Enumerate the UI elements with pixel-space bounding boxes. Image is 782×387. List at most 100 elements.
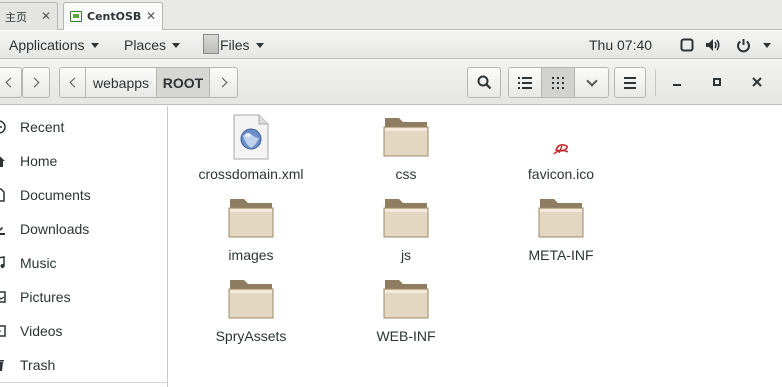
file-name: images xyxy=(228,247,274,263)
applications-menu-label: Applications xyxy=(9,37,85,53)
folder-icon xyxy=(383,280,429,319)
close-icon xyxy=(752,77,762,87)
chevron-right-icon xyxy=(29,77,40,88)
file-item-images[interactable]: images xyxy=(181,195,321,271)
window-switch-icon[interactable] xyxy=(679,36,695,54)
chevron-right-icon xyxy=(217,77,227,88)
sidebar-item-downloads[interactable]: Downloads xyxy=(0,214,168,244)
document-icon xyxy=(0,188,5,202)
sidebar-item-label: Recent xyxy=(20,119,65,135)
clock[interactable]: Thu 07:40 xyxy=(589,37,652,53)
clock-icon xyxy=(0,120,6,134)
vm-tab-centosb[interactable]: CentOSB ✕ xyxy=(63,2,163,30)
file-name: css xyxy=(395,166,417,182)
sidebar-item-recent[interactable]: Recent xyxy=(0,112,168,142)
caret-down-icon xyxy=(172,42,181,48)
hamburger-icon xyxy=(624,76,636,89)
caret-down-icon xyxy=(255,42,264,48)
video-icon xyxy=(0,325,6,337)
file-item-css[interactable]: css xyxy=(336,114,476,190)
download-icon xyxy=(0,226,5,235)
picture-icon xyxy=(0,291,6,303)
file-item-meta-inf[interactable]: META-INF xyxy=(491,195,631,271)
sidebar-item-label: Pictures xyxy=(20,289,71,305)
file-item-js[interactable]: js xyxy=(336,195,476,271)
search-icon xyxy=(477,75,491,90)
list-view-button[interactable] xyxy=(509,68,542,97)
file-item-favicon-ico[interactable]: favicon.ico xyxy=(491,114,631,190)
chevron-left-icon xyxy=(69,77,79,88)
sidebar-item-documents[interactable]: Documents xyxy=(0,180,168,210)
power-icon[interactable] xyxy=(734,36,752,54)
folder-icon xyxy=(538,199,584,238)
sidebar-divider xyxy=(0,382,168,383)
file-name: favicon.ico xyxy=(527,166,595,182)
vm-tab-home[interactable]: 主页 ✕ xyxy=(0,2,58,30)
vm-tab-home-label: 主页 xyxy=(5,10,27,24)
sidebar-item-videos[interactable]: Videos xyxy=(0,316,168,346)
applications-menu[interactable]: Applications xyxy=(9,37,99,53)
files-menu-label: Files xyxy=(220,37,250,53)
breadcrumb: webapps ROOT xyxy=(59,67,238,98)
vm-tab-centosb-label: CentOSB xyxy=(87,10,142,23)
view-options-button[interactable] xyxy=(575,68,608,97)
caret-down-icon xyxy=(90,42,99,48)
maximize-button[interactable] xyxy=(706,71,728,93)
file-item-crossdomain-xml[interactable]: crossdomain.xml xyxy=(181,114,321,190)
sidebar-item-trash[interactable]: Trash xyxy=(0,350,168,380)
folder-icon xyxy=(383,199,429,238)
image-file-icon xyxy=(553,144,569,155)
breadcrumb-root[interactable]: ROOT xyxy=(157,68,210,97)
search-button[interactable] xyxy=(467,67,501,98)
places-menu-label: Places xyxy=(124,37,167,53)
file-name: js xyxy=(400,247,412,263)
home-icon xyxy=(0,156,5,167)
header-separator xyxy=(655,69,656,96)
file-name: crossdomain.xml xyxy=(198,166,304,182)
xml-file-icon xyxy=(233,114,269,160)
caret-down-icon[interactable] xyxy=(761,36,773,54)
sidebar-item-label: Videos xyxy=(20,323,63,339)
volume-icon[interactable] xyxy=(704,36,722,54)
close-icon[interactable]: ✕ xyxy=(41,9,51,23)
breadcrumb-webapps[interactable]: webapps xyxy=(86,68,157,97)
file-icon-view: crossdomain.xml css favicon.ico images j… xyxy=(169,106,782,387)
folder-icon xyxy=(228,280,274,319)
close-icon[interactable]: ✕ xyxy=(146,9,156,23)
sidebar-item-label: Home xyxy=(20,153,58,169)
file-name: WEB-INF xyxy=(376,328,436,344)
back-button[interactable] xyxy=(0,67,22,98)
file-name: META-INF xyxy=(528,247,594,263)
sidebar-item-pictures[interactable]: Pictures xyxy=(0,282,168,312)
music-icon xyxy=(0,256,5,268)
places-sidebar: Recent Home Documents Downloads Music Pi… xyxy=(0,106,168,387)
sidebar-item-home[interactable]: Home xyxy=(0,146,168,176)
list-icon xyxy=(518,76,532,89)
sidebar-item-music[interactable]: Music xyxy=(0,248,168,278)
files-menu[interactable]: Files xyxy=(220,37,264,53)
places-menu[interactable]: Places xyxy=(124,37,181,53)
gnome-top-bar: Applications Places Files Thu 07:40 xyxy=(0,31,782,59)
maximize-icon xyxy=(713,78,721,86)
menu-button[interactable] xyxy=(614,67,646,98)
sidebar-item-label: Downloads xyxy=(20,221,90,237)
grid-icon xyxy=(552,76,564,89)
grid-view-button[interactable] xyxy=(542,68,575,97)
close-window-button[interactable] xyxy=(746,71,768,93)
vm-tab-strip: 主页 ✕ CentOSB ✕ xyxy=(0,0,782,30)
vm-icon xyxy=(70,11,82,22)
chevron-down-icon xyxy=(585,74,598,87)
sidebar-item-label: Music xyxy=(20,255,57,271)
minimize-button[interactable] xyxy=(666,71,688,93)
forward-button[interactable] xyxy=(22,67,50,98)
breadcrumb-scroll-right[interactable] xyxy=(210,68,237,97)
view-mode-group xyxy=(508,67,609,98)
files-app-icon xyxy=(203,34,219,54)
file-item-web-inf[interactable]: WEB-INF xyxy=(336,276,476,352)
breadcrumb-scroll-left[interactable] xyxy=(60,68,86,97)
file-item-spryassets[interactable]: SpryAssets xyxy=(181,276,321,352)
minimize-icon xyxy=(673,84,681,86)
files-header-bar: webapps ROOT xyxy=(0,59,782,105)
sidebar-item-label: Documents xyxy=(20,187,91,203)
folder-icon xyxy=(228,199,274,238)
